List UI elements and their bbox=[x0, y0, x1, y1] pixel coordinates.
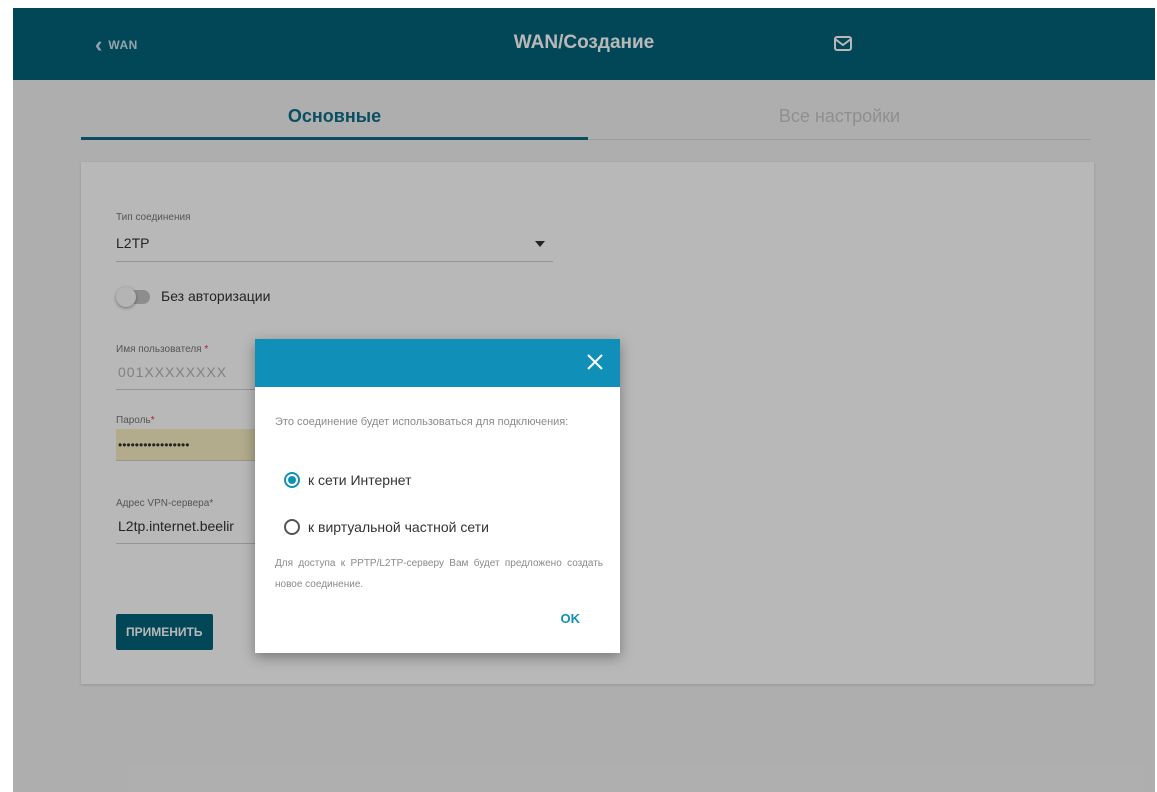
radio-selected-icon[interactable] bbox=[284, 472, 300, 488]
option-internet[interactable]: к сети Интернет bbox=[284, 469, 412, 491]
option-internet-label: к сети Интернет bbox=[308, 472, 412, 488]
close-icon bbox=[587, 354, 603, 370]
radio-unselected-icon[interactable] bbox=[284, 519, 300, 535]
dialog-hint: Для доступа к PPTP/L2TP-серверу Вам буде… bbox=[275, 558, 603, 590]
option-vpn-label: к виртуальной частной сети bbox=[308, 519, 489, 535]
option-vpn[interactable]: к виртуальной частной сети bbox=[284, 516, 489, 538]
dialog-header bbox=[255, 339, 620, 387]
close-button[interactable] bbox=[584, 351, 606, 373]
app-window: ‹ WAN WAN/Создание Основные Все настройк… bbox=[13, 8, 1155, 792]
dialog-message: Это соединение будет использоваться для … bbox=[275, 416, 569, 428]
ok-button[interactable]: OK bbox=[561, 611, 581, 626]
connection-purpose-dialog: Это соединение будет использоваться для … bbox=[255, 339, 620, 653]
